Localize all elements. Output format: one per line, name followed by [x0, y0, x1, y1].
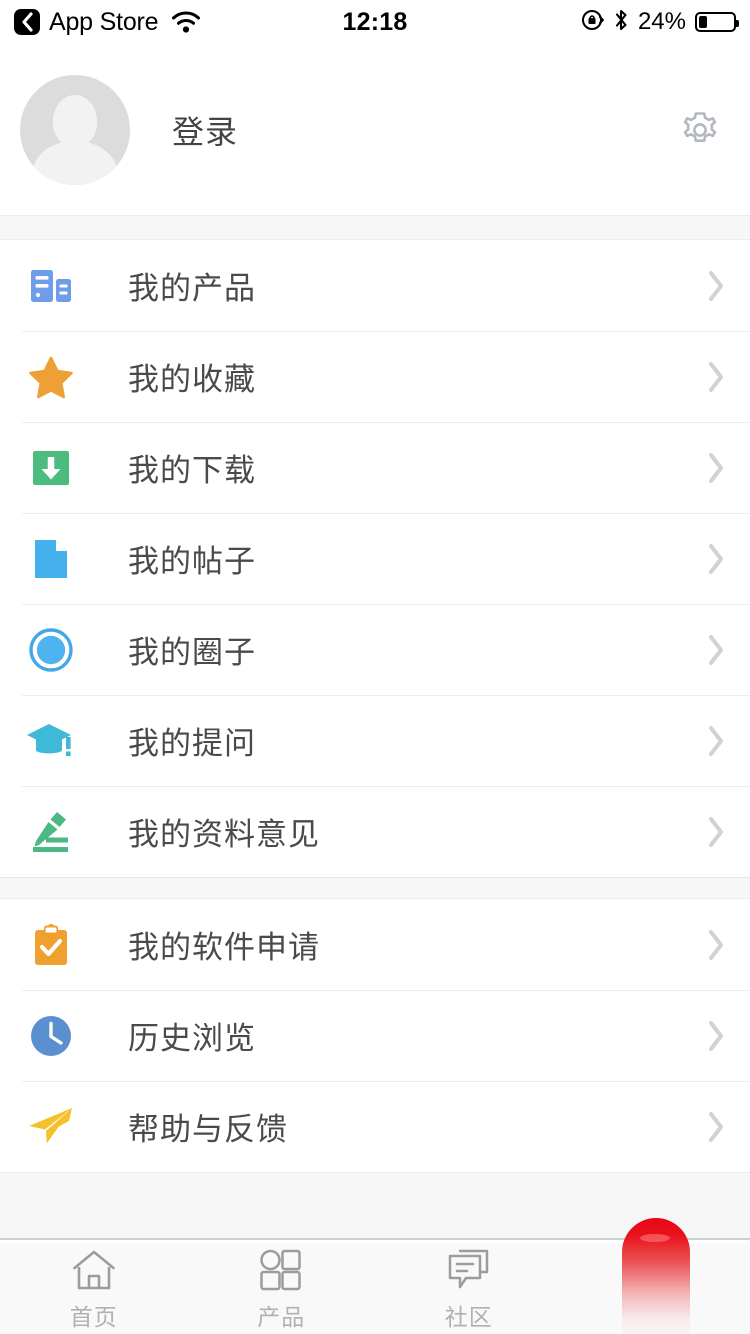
- battery-icon: [695, 12, 739, 32]
- status-bar: App Store 12:18 24%: [0, 0, 750, 44]
- menu-item-label: 我的软件申请: [128, 930, 320, 965]
- section-spacer-middle: [0, 877, 750, 899]
- menu-item-label: 帮助与反馈: [128, 1112, 288, 1147]
- status-bar-right: 24%: [581, 8, 739, 37]
- menu-item-my-downloads[interactable]: 我的下载: [0, 422, 750, 513]
- menu-item-browsing-history[interactable]: 历史浏览: [0, 990, 750, 1081]
- status-bar-left: App Store: [14, 8, 201, 37]
- tab-label: 社区: [444, 1303, 493, 1330]
- menu-item-label: 我的圈子: [128, 635, 256, 670]
- battery-percent-label: 24%: [637, 8, 686, 35]
- document-icon: [22, 530, 80, 588]
- menu-group-2: 我的软件申请 历史浏览 帮助与反馈: [0, 899, 750, 1172]
- tab-label: 产品: [257, 1303, 306, 1330]
- menu-item-my-products[interactable]: 我的产品: [0, 240, 750, 331]
- paper-plane-icon: [22, 1098, 80, 1156]
- menu-item-my-questions[interactable]: 我的提问: [0, 695, 750, 786]
- menu-item-help-feedback[interactable]: 帮助与反馈: [0, 1081, 750, 1172]
- tab-products[interactable]: 产品: [188, 1243, 376, 1334]
- menu-item-label: 我的资料意见: [128, 817, 320, 852]
- circle-ring-icon: [22, 621, 80, 679]
- chevron-right-icon: [706, 269, 726, 303]
- chevron-right-icon: [706, 451, 726, 485]
- home-icon: [71, 1246, 117, 1292]
- menu-item-my-feedback[interactable]: 我的资料意见: [0, 786, 750, 877]
- comment-icon: [446, 1246, 492, 1292]
- menu-item-label: 我的提问: [128, 726, 256, 761]
- tab-label: 首页: [69, 1303, 118, 1330]
- bluetooth-icon: [614, 8, 629, 37]
- login-label[interactable]: 登录: [172, 107, 238, 153]
- download-icon: [22, 439, 80, 497]
- tab-bar: 首页 产品 社区: [0, 1218, 750, 1334]
- back-app-label[interactable]: App Store: [49, 8, 159, 37]
- chevron-right-icon: [706, 542, 726, 576]
- chevron-right-icon: [706, 1110, 726, 1144]
- menu-item-label: 我的产品: [128, 271, 256, 306]
- menu-item-label: 我的帖子: [128, 544, 256, 579]
- chevron-right-icon: [706, 928, 726, 962]
- chevron-right-icon: [706, 633, 726, 667]
- avatar-body-shape: [33, 140, 117, 185]
- avatar-head-shape: [53, 94, 97, 147]
- graduation-cap-icon: [22, 712, 80, 770]
- app-screen: App Store 12:18 24% 登录 我的产品 我的收藏 我的下载 我的…: [0, 0, 750, 1334]
- menu-item-label: 我的收藏: [128, 362, 256, 397]
- chevron-right-icon: [706, 815, 726, 849]
- chevron-right-icon: [706, 360, 726, 394]
- menu-item-software-request[interactable]: 我的软件申请: [0, 899, 750, 990]
- section-spacer-bottom: [0, 1172, 750, 1240]
- profile-header[interactable]: 登录: [0, 44, 750, 215]
- tab-community[interactable]: 社区: [375, 1243, 563, 1334]
- rotation-lock-icon: [581, 8, 605, 37]
- chevron-right-icon: [706, 724, 726, 758]
- avatar[interactable]: [20, 74, 130, 185]
- menu-item-my-favorites[interactable]: 我的收藏: [0, 331, 750, 422]
- menu-item-label: 我的下载: [128, 453, 256, 488]
- pen-edit-icon: [22, 803, 80, 861]
- menu-item-label: 历史浏览: [128, 1021, 256, 1056]
- tab-profile[interactable]: [563, 1218, 750, 1334]
- section-spacer-top: [0, 215, 750, 240]
- grid-icon: [259, 1246, 303, 1292]
- clock-icon: [22, 1007, 80, 1065]
- chevron-right-icon: [706, 1019, 726, 1053]
- back-chevron-icon[interactable]: [14, 9, 40, 35]
- tab-home[interactable]: 首页: [0, 1243, 188, 1334]
- menu-item-my-posts[interactable]: 我的帖子: [0, 513, 750, 604]
- star-icon: [22, 348, 80, 406]
- wifi-icon: [171, 11, 201, 33]
- menu-group-1: 我的产品 我的收藏 我的下载 我的帖子 我的圈子 我的提问 我的资料意见: [0, 240, 750, 877]
- gear-icon[interactable]: [674, 104, 726, 156]
- server-icon: [22, 257, 80, 315]
- clipboard-check-icon: [22, 916, 80, 974]
- menu-item-my-circles[interactable]: 我的圈子: [0, 604, 750, 695]
